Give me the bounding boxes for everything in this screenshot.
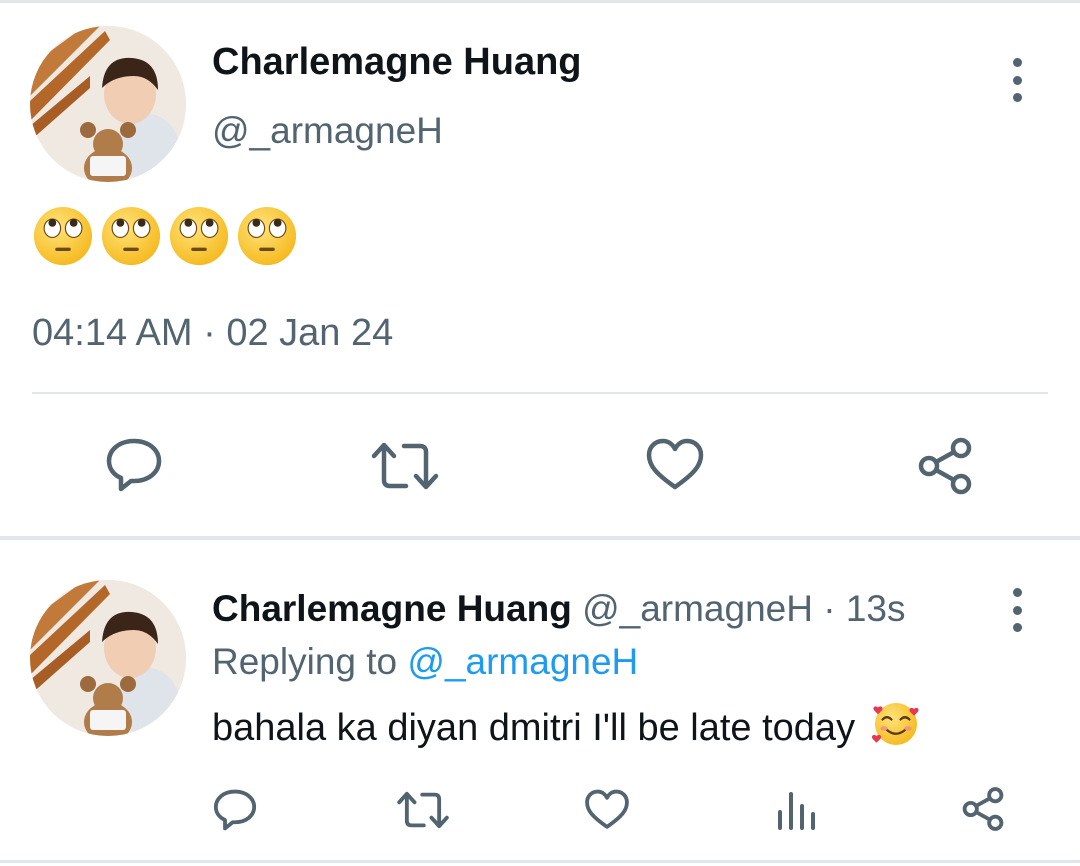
reply-more-options-button[interactable] [1007,588,1027,632]
tweet-text [32,205,298,267]
like-icon[interactable] [584,788,630,832]
reply-icon[interactable] [104,437,164,493]
more-dot [1012,588,1022,597]
avatar[interactable] [30,26,186,182]
reply-separator: · [823,588,836,629]
more-options-button[interactable] [1007,58,1027,102]
face-with-rolling-eyes-emoji [33,206,93,266]
replying-to-label: Replying to [212,641,398,682]
divider [32,392,1048,394]
replying-to-handle[interactable]: @_armagneH [407,641,638,682]
timestamp-separator: · [203,312,216,354]
more-dot [1012,75,1022,85]
like-icon[interactable] [645,437,705,493]
avatar-photo [30,580,186,736]
top-border [0,0,1080,3]
reply-icon[interactable] [212,788,258,832]
share-icon[interactable] [915,436,975,496]
reply-text-content: bahala ka diyan dmitri I'll be late toda… [212,707,856,749]
retweet-icon[interactable] [370,440,440,492]
section-divider [0,536,1080,540]
bottom-border [0,860,1080,863]
share-icon[interactable] [960,786,1006,832]
analytics-icon[interactable] [776,788,816,832]
more-dot [1012,58,1022,67]
tweet-timestamp: 04:14 AM · 02 Jan 24 [32,312,393,355]
retweet-icon[interactable] [396,790,450,830]
more-dot [1012,605,1022,615]
tweet-time: 04:14 AM [32,312,193,354]
face-with-rolling-eyes-emoji [169,206,229,266]
face-with-rolling-eyes-emoji [237,206,297,266]
author-name[interactable]: Charlemagne Huang [212,41,582,84]
reply-avatar[interactable] [30,580,186,736]
replying-to: Replying to @_armagneH [212,641,638,683]
reply-text: bahala ka diyan dmitri I'll be late toda… [212,700,920,750]
face-with-rolling-eyes-emoji [101,206,161,266]
smiling-face-with-hearts-emoji [871,703,919,745]
reply-age: 13s [845,588,906,629]
reply-author-name[interactable]: Charlemagne Huang [212,588,572,629]
more-dot [1012,93,1022,102]
avatar-photo [30,26,186,182]
more-dot [1012,623,1022,632]
reply-author-handle[interactable]: @_armagneH [582,588,813,629]
tweet-date: 02 Jan 24 [226,312,394,354]
reply-header: Charlemagne Huang @_armagneH · 13s [212,588,906,630]
author-handle[interactable]: @_armagneH [212,110,443,152]
